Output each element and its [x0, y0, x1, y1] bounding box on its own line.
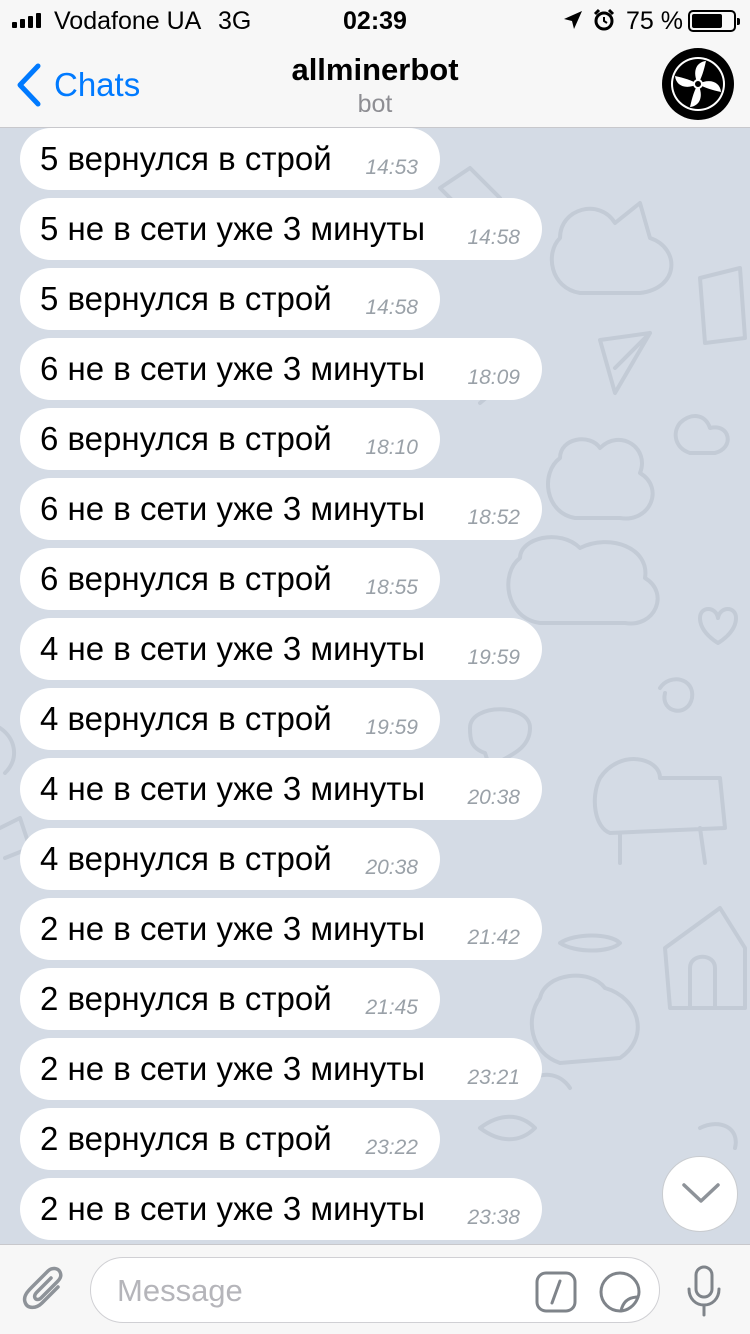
message-text: 2 не в сети уже 3 минуты: [40, 1190, 426, 1227]
message-text: 5 не в сети уже 3 минуты: [40, 210, 426, 247]
battery-icon: [688, 10, 740, 32]
message-time: 18:10: [365, 436, 418, 459]
chat-title[interactable]: allminerbot: [0, 52, 750, 88]
message-text: 6 не в сети уже 3 минуты: [40, 350, 426, 387]
paperclip-icon[interactable]: [20, 1265, 70, 1315]
message-bubble[interactable]: 2 вернулся в строй 23:22: [20, 1108, 440, 1170]
message-time: 23:21: [467, 1066, 520, 1089]
sticker-icon[interactable]: [599, 1271, 641, 1313]
message-text: 6 вернулся в строй: [40, 560, 332, 597]
chat-subtitle: bot: [357, 90, 393, 118]
message-text: 5 вернулся в строй: [40, 140, 332, 177]
message-time: 14:53: [365, 156, 418, 179]
status-bar: Vodafone UA 3G 02:39 75 %: [0, 0, 750, 40]
message-text: 4 вернулся в строй: [40, 840, 332, 877]
message-bubble[interactable]: 6 вернулся в строй 18:55: [20, 548, 440, 610]
scroll-to-bottom-button[interactable]: [662, 1156, 738, 1232]
message-text: 2 не в сети уже 3 минуты: [40, 910, 426, 947]
message-time: 21:45: [365, 996, 418, 1019]
bot-avatar-fan-icon: [664, 50, 732, 118]
message-text: 2 вернулся в строй: [40, 1120, 332, 1157]
message-bubble[interactable]: 4 вернулся в строй 19:59: [20, 688, 440, 750]
battery-percentage: 75 %: [626, 7, 683, 35]
message-time: 14:58: [365, 296, 418, 319]
message-bubble[interactable]: 4 не в сети уже 3 минуты 20:38: [20, 758, 542, 820]
message-text: 4 вернулся в строй: [40, 700, 332, 737]
microphone-icon[interactable]: [686, 1265, 722, 1317]
message-text: 4 не в сети уже 3 минуты: [40, 770, 426, 807]
message-bubble[interactable]: 6 не в сети уже 3 минуты 18:09: [20, 338, 542, 400]
message-text: 5 вернулся в строй: [40, 280, 332, 317]
message-bubble[interactable]: 5 вернулся в строй 14:58: [20, 268, 440, 330]
message-time: 20:38: [467, 786, 520, 809]
battery-level-fill: [692, 14, 722, 28]
message-input[interactable]: [117, 1268, 517, 1314]
nav-bar: Chats allminerbot bot: [0, 40, 750, 128]
message-bubble[interactable]: 2 не в сети уже 3 минуты 23:21: [20, 1038, 542, 1100]
message-bubble[interactable]: 5 вернулся в строй 14:53: [20, 128, 440, 190]
message-bubble[interactable]: 6 не в сети уже 3 минуты 18:52: [20, 478, 542, 540]
alarm-icon: [593, 8, 615, 31]
message-bubble[interactable]: 2 не в сети уже 3 минуты 21:42: [20, 898, 542, 960]
message-bubble[interactable]: 4 вернулся в строй 20:38: [20, 828, 440, 890]
message-bubble[interactable]: 5 не в сети уже 3 минуты 14:58: [20, 198, 542, 260]
message-text: 6 не в сети уже 3 минуты: [40, 490, 426, 527]
message-time: 18:55: [365, 576, 418, 599]
message-time: 23:38: [467, 1206, 520, 1229]
message-time: 18:52: [467, 506, 520, 529]
chat-area[interactable]: 5 вернулся в строй 14:53 5 не в сети уже 3…: [0, 128, 750, 1244]
message-time: 21:42: [467, 926, 520, 949]
message-bubble[interactable]: 2 вернулся в строй 21:45: [20, 968, 440, 1030]
message-text: 4 не в сети уже 3 минуты: [40, 630, 426, 667]
message-time: 23:22: [365, 1136, 418, 1159]
bot-command-icon[interactable]: [535, 1271, 577, 1313]
message-input-bar: [0, 1244, 750, 1334]
location-arrow-icon: [564, 11, 582, 29]
message-time: 14:58: [467, 226, 520, 249]
message-time: 20:38: [365, 856, 418, 879]
message-text: 2 вернулся в строй: [40, 980, 332, 1017]
message-text: 6 вернулся в строй: [40, 420, 332, 457]
message-bubble[interactable]: 4 не в сети уже 3 минуты 19:59: [20, 618, 542, 680]
message-time: 19:59: [467, 646, 520, 669]
bot-avatar[interactable]: [662, 48, 734, 120]
message-field[interactable]: [90, 1257, 660, 1323]
message-time: 18:09: [467, 366, 520, 389]
message-bubble[interactable]: 6 вернулся в строй 18:10: [20, 408, 440, 470]
message-bubble[interactable]: 2 не в сети уже 3 минуты 23:38: [20, 1178, 542, 1240]
message-time: 19:59: [365, 716, 418, 739]
message-text: 2 не в сети уже 3 минуты: [40, 1050, 426, 1087]
chevron-down-icon: [682, 1183, 720, 1203]
